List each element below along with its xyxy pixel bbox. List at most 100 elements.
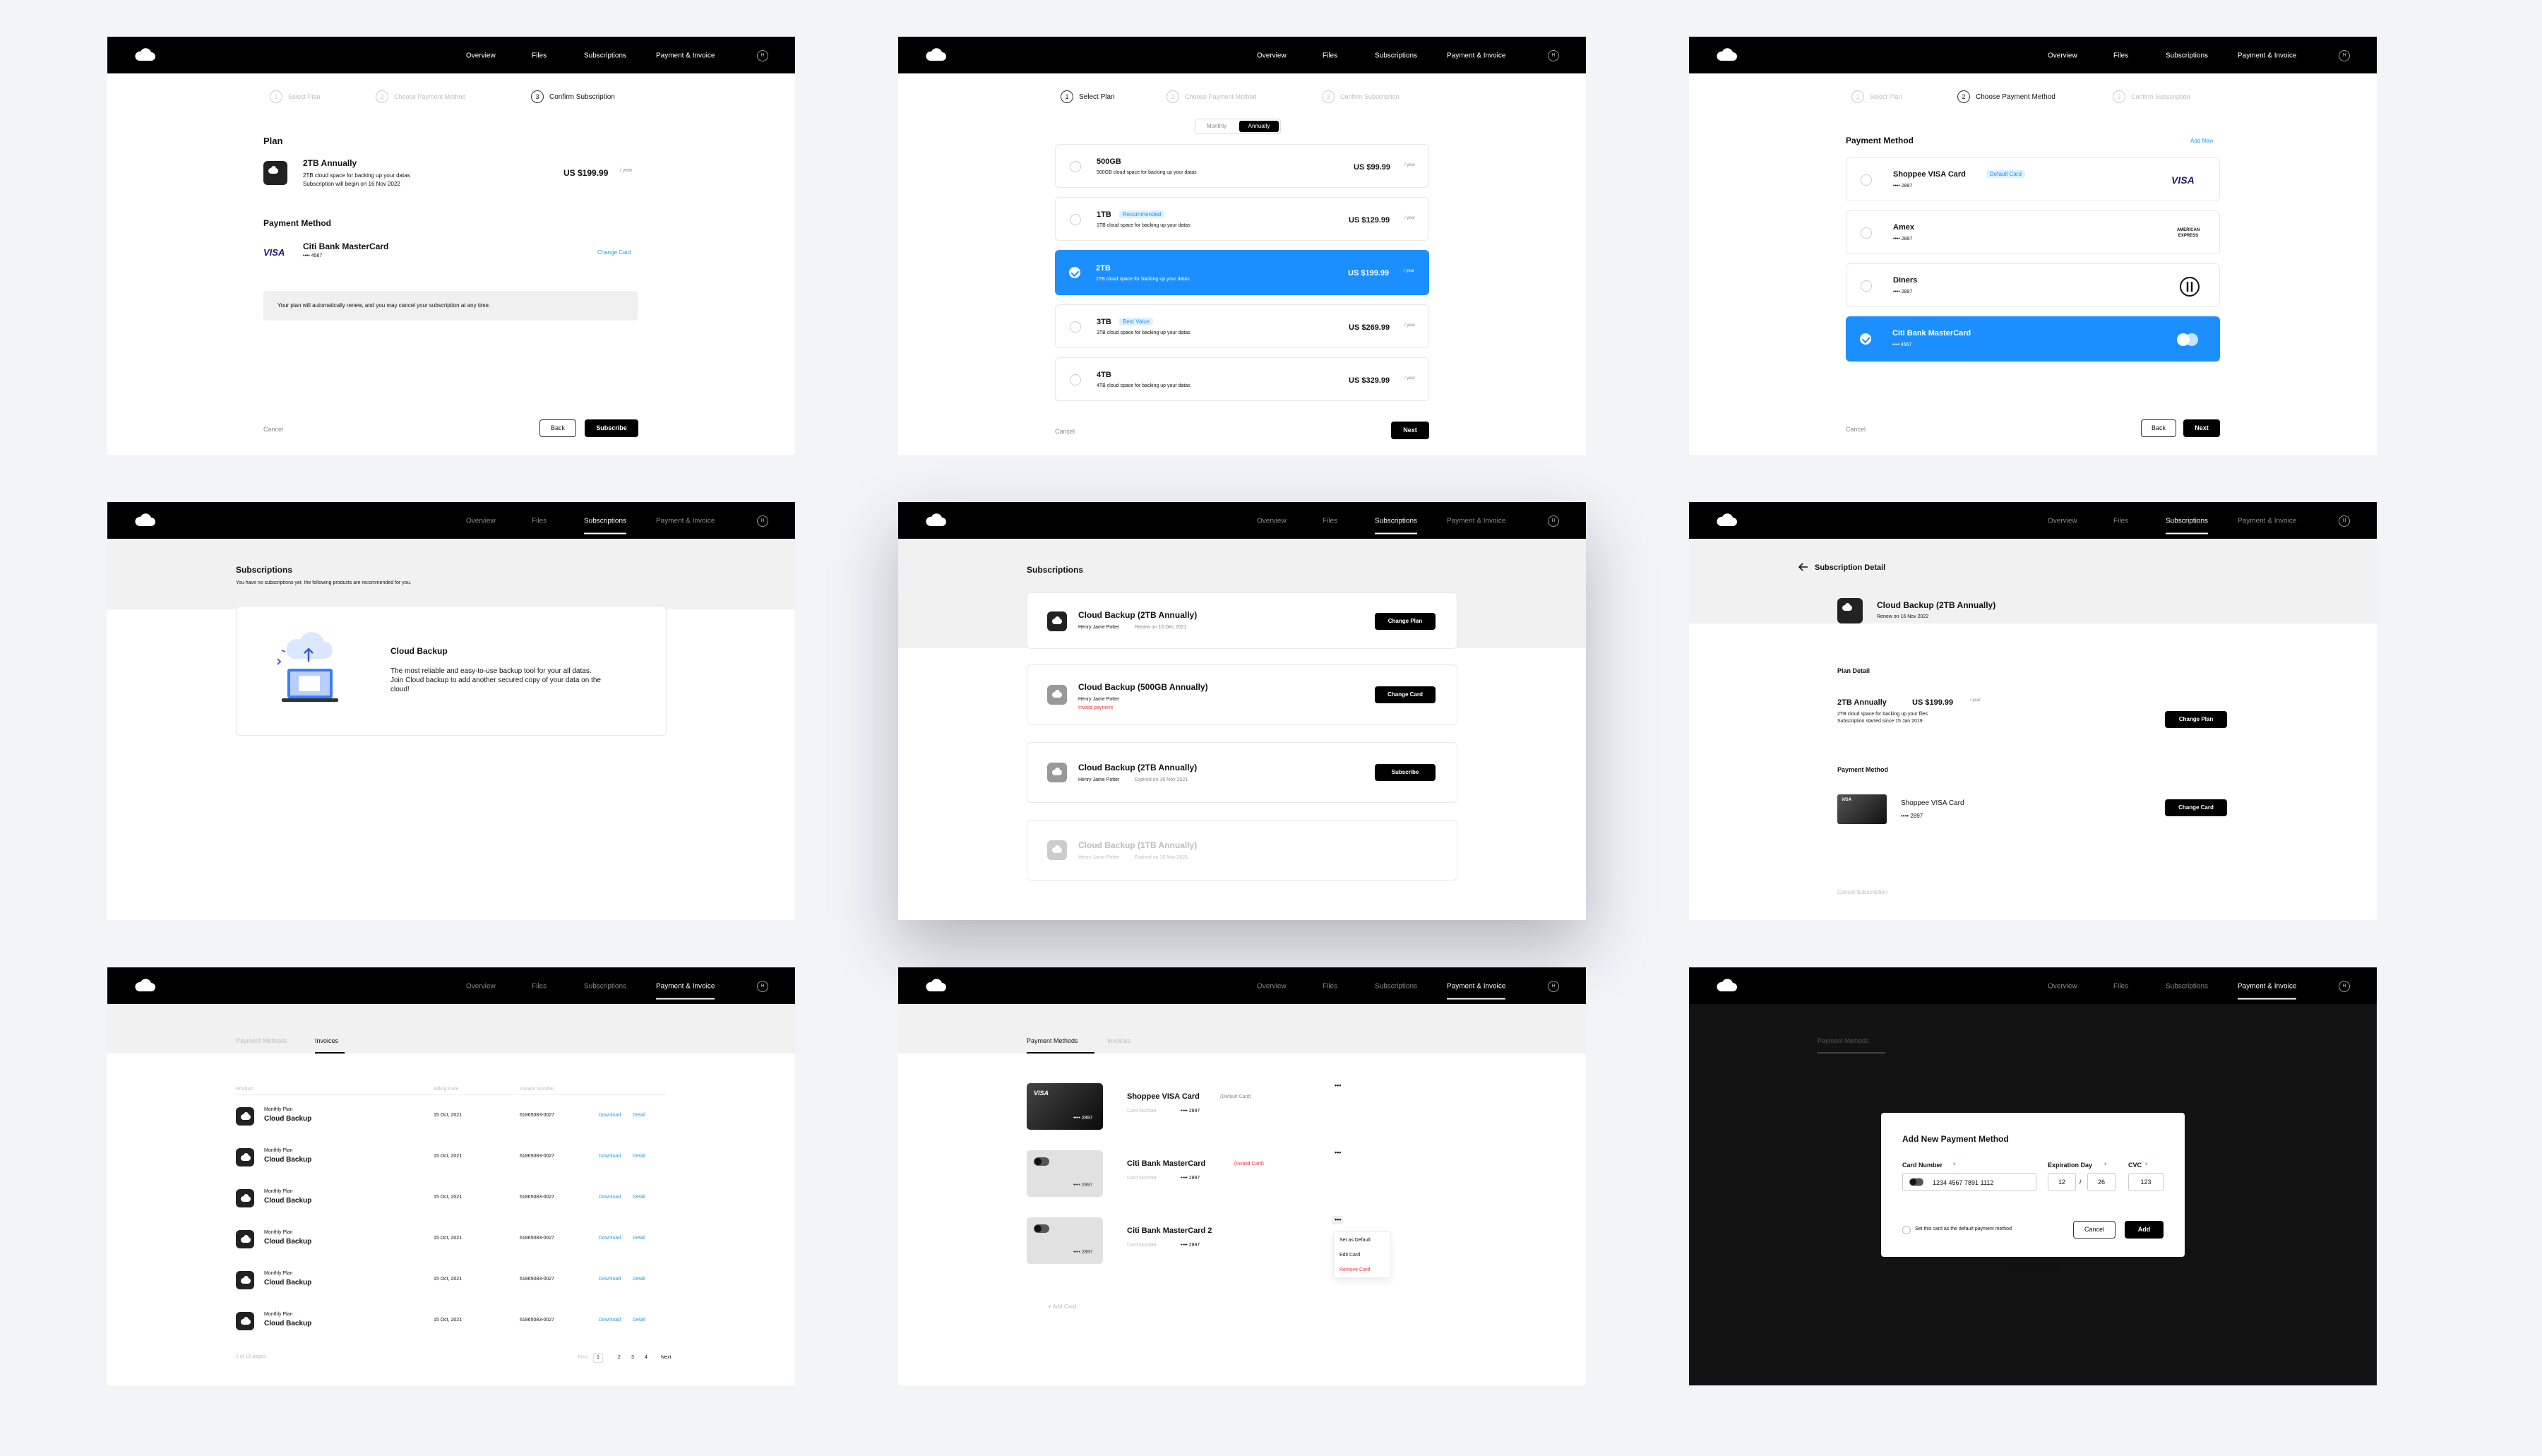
nav-overview[interactable]: Overview: [466, 983, 496, 991]
cloud-logo-icon[interactable]: [924, 47, 948, 64]
more-options-icon[interactable]: •••: [1335, 1082, 1341, 1089]
download-link[interactable]: Download: [599, 1277, 621, 1282]
cloud-logo-icon[interactable]: [924, 977, 948, 994]
plan-radio-checked[interactable]: [1069, 267, 1080, 278]
plan-radio[interactable]: [1070, 161, 1081, 172]
page-1[interactable]: 1: [593, 1353, 603, 1363]
nav-files[interactable]: Files: [1323, 983, 1337, 991]
exp-year-input[interactable]: 26: [2087, 1173, 2116, 1191]
page-4[interactable]: 4: [645, 1355, 648, 1360]
nav-overview[interactable]: Overview: [466, 52, 496, 60]
download-link[interactable]: Download: [599, 1236, 621, 1241]
cloud-logo-icon[interactable]: [1714, 47, 1738, 64]
change-plan-button[interactable]: Change Plan: [2165, 711, 2227, 728]
nav-payment-invoice[interactable]: Payment & Invoice: [2238, 52, 2296, 60]
nav-payment-invoice[interactable]: Payment & Invoice: [1447, 983, 1506, 1000]
nav-payment-invoice[interactable]: Payment & Invoice: [1447, 52, 1505, 60]
card-number-input[interactable]: 1234 4567 7891 1112: [1902, 1173, 2036, 1191]
nav-payment-invoice[interactable]: Payment & Invoice: [2238, 983, 2297, 1000]
monthly-option[interactable]: Monthly: [1207, 123, 1227, 129]
exp-month-input[interactable]: 12: [2048, 1173, 2076, 1191]
nav-payment-invoice[interactable]: Payment & Invoice: [1447, 518, 1505, 525]
change-plan-button[interactable]: Change Plan: [1375, 613, 1436, 630]
plan-option[interactable]: 4TB 4TB cloud space for backing up your …: [1055, 357, 1429, 401]
avatar[interactable]: H: [2339, 981, 2350, 992]
avatar[interactable]: H: [1548, 981, 1559, 992]
nav-subscriptions[interactable]: Subscriptions: [584, 983, 626, 991]
cloud-logo-icon[interactable]: [133, 512, 157, 529]
plan-option[interactable]: 500GB 500GB cloud space for backing up y…: [1055, 144, 1429, 188]
cancel-link[interactable]: Cancel: [1055, 428, 1075, 435]
plan-option[interactable]: 1TB Recommended 1TB cloud space for back…: [1055, 197, 1429, 241]
detail-link[interactable]: Detail: [633, 1154, 645, 1159]
detail-link[interactable]: Detail: [633, 1113, 645, 1118]
nav-subscriptions[interactable]: Subscriptions: [1375, 518, 1418, 535]
subscribe-button[interactable]: Subscribe: [585, 419, 638, 437]
nav-overview[interactable]: Overview: [2048, 518, 2077, 525]
menu-edit-card[interactable]: Edit Card: [1339, 1253, 1360, 1258]
nav-payment-invoice[interactable]: Payment & Invoice: [656, 52, 715, 60]
avatar[interactable]: H: [757, 50, 768, 61]
add-new-link[interactable]: Add New: [2190, 138, 2213, 144]
download-link[interactable]: Download: [599, 1195, 621, 1200]
tab-payment-methods[interactable]: Payment Methods: [1027, 1037, 1078, 1044]
nav-overview[interactable]: Overview: [1257, 518, 1287, 525]
card-radio[interactable]: [1861, 174, 1872, 186]
default-checkbox[interactable]: [1902, 1226, 1911, 1234]
avatar[interactable]: H: [757, 981, 768, 992]
nav-overview[interactable]: Overview: [1257, 983, 1287, 991]
cloud-logo-icon[interactable]: [1714, 512, 1738, 529]
add-card-link[interactable]: + Add Card: [1048, 1303, 1076, 1310]
detail-link[interactable]: Detail: [633, 1195, 645, 1200]
plan-radio[interactable]: [1070, 374, 1081, 386]
subscription-card[interactable]: Cloud Backup (500GB Annually) Henry Jame…: [1027, 664, 1457, 725]
nav-overview[interactable]: Overview: [466, 518, 496, 525]
nav-subscriptions[interactable]: Subscriptions: [2166, 52, 2208, 60]
cvc-input[interactable]: 123: [2128, 1173, 2164, 1191]
nav-files[interactable]: Files: [2113, 983, 2128, 991]
add-button[interactable]: Add: [2125, 1221, 2164, 1239]
cloud-logo-icon[interactable]: [1714, 977, 1738, 994]
download-link[interactable]: Download: [599, 1113, 621, 1118]
nav-payment-invoice[interactable]: Payment & Invoice: [2238, 518, 2296, 525]
back-button[interactable]: Back: [2141, 419, 2176, 437]
card-radio[interactable]: [1861, 280, 1872, 292]
annually-option[interactable]: Annually: [1239, 121, 1279, 132]
plan-option-selected[interactable]: 2TB 2TB cloud space for backing up your …: [1055, 250, 1429, 295]
avatar[interactable]: H: [1548, 50, 1559, 61]
prev-page[interactable]: Prev: [578, 1355, 587, 1360]
back-button[interactable]: Back: [539, 419, 576, 437]
cancel-button[interactable]: Cancel: [2073, 1221, 2116, 1239]
plan-radio[interactable]: [1070, 321, 1081, 333]
subscription-card[interactable]: Cloud Backup (2TB Annually) Henry Jame P…: [1027, 592, 1457, 649]
nav-subscriptions[interactable]: Subscriptions: [2166, 983, 2208, 991]
nav-files[interactable]: Files: [2113, 52, 2128, 60]
avatar[interactable]: H: [2339, 515, 2350, 527]
payment-card-option[interactable]: Diners •••• 2897: [1846, 263, 2220, 307]
change-card-link[interactable]: Change Card: [597, 249, 631, 256]
next-button[interactable]: Next: [1391, 422, 1429, 439]
change-card-button[interactable]: Change Card: [2165, 799, 2227, 816]
next-button[interactable]: Next: [2183, 419, 2220, 437]
cancel-link[interactable]: Cancel: [263, 426, 283, 433]
avatar[interactable]: H: [1548, 515, 1559, 527]
payment-card-option-selected[interactable]: Citi Bank MasterCard •••• 4567: [1846, 316, 2220, 362]
tab-invoices[interactable]: Invoices: [1107, 1037, 1130, 1044]
more-options-icon[interactable]: •••: [1335, 1216, 1341, 1223]
change-card-button[interactable]: Change Card: [1375, 686, 1436, 703]
nav-files[interactable]: Files: [532, 518, 547, 525]
next-page[interactable]: Next: [661, 1355, 671, 1360]
cancel-subscription-link[interactable]: Cancel Subscription: [1837, 889, 1887, 895]
nav-subscriptions[interactable]: Subscriptions: [584, 518, 627, 535]
download-link[interactable]: Download: [599, 1318, 621, 1323]
nav-subscriptions[interactable]: Subscriptions: [1375, 52, 1417, 60]
nav-subscriptions[interactable]: Subscriptions: [2166, 518, 2209, 535]
nav-payment-invoice[interactable]: Payment & Invoice: [656, 983, 715, 1000]
detail-link[interactable]: Detail: [633, 1318, 645, 1323]
nav-files[interactable]: Files: [532, 52, 547, 60]
tab-invoices[interactable]: Invoices: [315, 1037, 338, 1044]
subscription-card[interactable]: Cloud Backup (2TB Annually) Henry Jame P…: [1027, 742, 1457, 803]
nav-payment-invoice[interactable]: Payment & Invoice: [656, 518, 715, 525]
nav-files[interactable]: Files: [2113, 518, 2128, 525]
card-radio-checked[interactable]: [1860, 333, 1871, 345]
